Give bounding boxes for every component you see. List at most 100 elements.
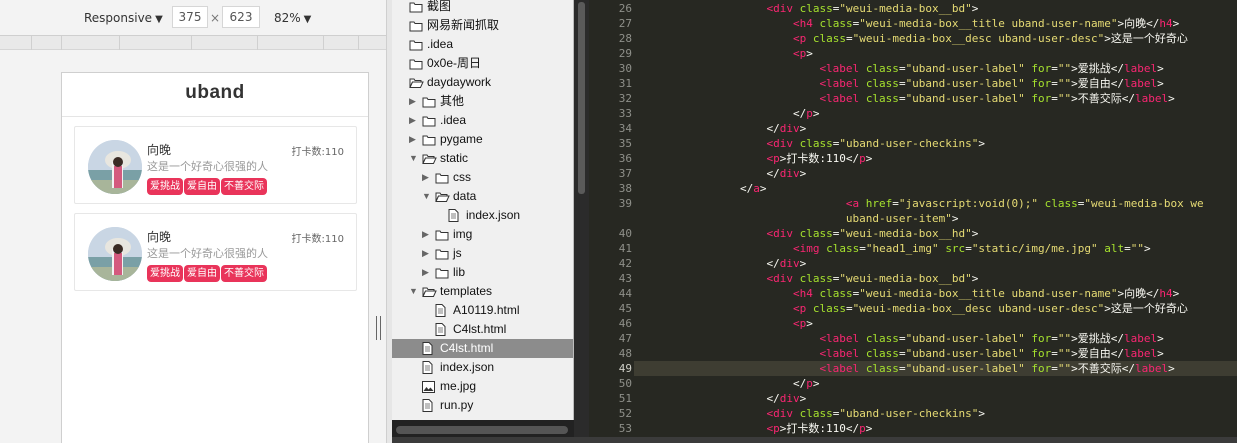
file-tree-item[interactable]: 网易新闻抓取 bbox=[392, 16, 573, 35]
chevron-down-icon[interactable]: ▼ bbox=[409, 282, 419, 301]
line-number: 38 bbox=[618, 182, 632, 195]
line-number: 47 bbox=[618, 332, 632, 345]
chevron-right-icon[interactable]: ▶ bbox=[409, 92, 419, 111]
file-tree-item[interactable]: daydaywork bbox=[392, 73, 573, 92]
file-tree-item[interactable]: run.py bbox=[392, 396, 573, 418]
file-tree-item[interactable]: C4lst.html bbox=[392, 320, 573, 339]
viewport-height-input[interactable]: 623 bbox=[222, 6, 260, 28]
code-line[interactable]: <div class="weui-media-box__bd"> bbox=[634, 271, 978, 286]
line-number: 31 bbox=[618, 77, 632, 90]
chevron-down-icon[interactable]: ▼ bbox=[409, 149, 419, 168]
code-line[interactable]: </a> bbox=[634, 181, 767, 196]
avatar bbox=[88, 140, 142, 194]
code-line[interactable]: <h4 class="weui-media-box__title uband-u… bbox=[634, 16, 1179, 31]
file-tree-label: 截图 bbox=[427, 0, 452, 13]
file-tree-item[interactable]: ▶ pygame bbox=[392, 130, 573, 149]
file-tree-item[interactable]: .idea bbox=[392, 35, 573, 54]
code-line[interactable]: </div> bbox=[634, 256, 806, 271]
file-tree-item[interactable]: 截图 bbox=[392, 0, 573, 16]
code-line[interactable]: </div> bbox=[634, 121, 806, 136]
current-code-line[interactable]: <label class="uband-user-label" for="">不… bbox=[634, 361, 1174, 376]
file-tree-item[interactable]: ▶ lib bbox=[392, 263, 573, 282]
viewport-width-input[interactable]: 375 bbox=[172, 6, 208, 28]
zoom-dropdown[interactable]: 82% ▼ bbox=[274, 11, 311, 25]
chevron-right-icon[interactable]: ▶ bbox=[422, 263, 432, 282]
code-line[interactable]: <label class="uband-user-label" for="">爱… bbox=[634, 76, 1163, 91]
resize-handle[interactable] bbox=[376, 316, 382, 340]
line-number: 41 bbox=[618, 242, 632, 255]
line-number: 52 bbox=[618, 407, 632, 420]
code-line[interactable]: uband-user-item"> bbox=[634, 211, 959, 226]
file-tree-label: daydaywork bbox=[427, 75, 492, 89]
user-checkins: 打卡数:110 bbox=[291, 234, 344, 245]
scrollbar-thumb[interactable] bbox=[578, 2, 585, 194]
file-tree-label: pygame bbox=[440, 132, 483, 146]
file-tree-item[interactable]: index.json bbox=[392, 358, 573, 377]
chevron-right-icon[interactable]: ▶ bbox=[422, 244, 432, 263]
file-tree-item[interactable]: ▼ templates bbox=[392, 282, 573, 301]
file-tree-item[interactable]: C4lst.html bbox=[392, 339, 573, 358]
code-line[interactable]: <p> bbox=[634, 46, 813, 61]
file-tree-item[interactable]: ▶ 其他 bbox=[392, 92, 573, 111]
code-line[interactable]: <p>打卡数:110</p> bbox=[634, 151, 872, 166]
line-number bbox=[602, 211, 632, 226]
sidebar-scrollbar[interactable] bbox=[574, 0, 589, 443]
line-number: 34 bbox=[618, 122, 632, 135]
code-line[interactable]: <img class="head1_img" src="static/img/m… bbox=[634, 241, 1151, 256]
file-tree-item[interactable]: ▼ static bbox=[392, 149, 573, 168]
chevron-right-icon[interactable]: ▶ bbox=[409, 130, 419, 149]
code-line[interactable]: <label class="uband-user-label" for="">爱… bbox=[634, 61, 1163, 76]
file-tree-item[interactable]: me.jpg bbox=[392, 377, 573, 396]
file-tree-item[interactable]: 0x0e-周日 bbox=[392, 54, 573, 73]
line-number: 35 bbox=[618, 137, 632, 150]
code-line[interactable]: <div class="weui-media-box__hd"> bbox=[634, 226, 978, 241]
code-line[interactable]: <label class="uband-user-label" for="">不… bbox=[634, 91, 1174, 106]
file-tree-item[interactable]: ▶ img bbox=[392, 225, 573, 244]
code-line[interactable]: <p> bbox=[634, 316, 813, 331]
user-label-tag: 爱自由 bbox=[184, 178, 220, 195]
code-line[interactable]: <div class="weui-media-box__bd"> bbox=[634, 1, 978, 16]
code-line[interactable]: </div> bbox=[634, 166, 806, 181]
user-label-tag: 爱挑战 bbox=[147, 265, 183, 282]
code-line[interactable]: <p class="weui-media-box__desc uband-use… bbox=[634, 31, 1188, 46]
file-tree-label: 网易新闻抓取 bbox=[427, 18, 500, 32]
chevron-right-icon[interactable]: ▶ bbox=[409, 111, 419, 130]
user-labels: 爱挑战 爱自由 不善交际 bbox=[147, 261, 268, 282]
file-tree-item[interactable]: ▶ .idea bbox=[392, 111, 573, 130]
user-card[interactable]: 向晚 这是一个好奇心很强的人 爱挑战 爱自由 不善交际 打卡数:110 bbox=[74, 213, 357, 291]
scrollbar-thumb[interactable] bbox=[396, 426, 568, 434]
file-tree-item[interactable]: index.json bbox=[392, 206, 573, 225]
file-tree-item[interactable]: ▶ css bbox=[392, 168, 573, 187]
line-number: 51 bbox=[618, 392, 632, 405]
code-line[interactable]: <label class="uband-user-label" for="">爱… bbox=[634, 331, 1163, 346]
code-line[interactable]: </p> bbox=[634, 106, 820, 121]
chevron-right-icon[interactable]: ▶ bbox=[422, 225, 432, 244]
file-icon bbox=[422, 399, 433, 418]
code-line[interactable]: <p>打卡数:110</p> bbox=[634, 421, 872, 436]
code-line[interactable]: </div> bbox=[634, 391, 806, 406]
code-line[interactable]: <div class="uband-user-checkins"> bbox=[634, 136, 985, 151]
code-line[interactable]: <label class="uband-user-label" for="">爱… bbox=[634, 346, 1163, 361]
file-tree-label: .idea bbox=[440, 113, 467, 127]
user-label-tag: 爱自由 bbox=[184, 265, 220, 282]
file-tree-label: js bbox=[453, 246, 462, 260]
file-tree-item[interactable]: ▼ data bbox=[392, 187, 573, 206]
device-mode-dropdown[interactable]: Responsive ▼ bbox=[84, 11, 163, 25]
chevron-right-icon[interactable]: ▶ bbox=[422, 168, 432, 187]
user-labels: 爱挑战 爱自由 不善交际 bbox=[147, 174, 268, 195]
file-tree-item[interactable]: ▶ js bbox=[392, 244, 573, 263]
file-tree-label: C4lst.html bbox=[453, 322, 507, 336]
file-tree-label: 其他 bbox=[440, 94, 465, 108]
code-line[interactable]: <h4 class="weui-media-box__title uband-u… bbox=[634, 286, 1179, 301]
code-editor[interactable]: 26 27 28 29 30 31 32 33 34 35 36 37 38 39 40 41 42 43 44 45… bbox=[589, 0, 1237, 443]
code-line[interactable]: <div class="uband-user-checkins"> bbox=[634, 406, 985, 421]
code-line[interactable]: <a href="javascript:void(0);" class="weu… bbox=[634, 196, 1204, 211]
code-line[interactable]: <p class="weui-media-box__desc uband-use… bbox=[634, 301, 1188, 316]
file-tree-item[interactable]: A10119.html bbox=[392, 301, 573, 320]
line-number: 32 bbox=[618, 92, 632, 105]
code-area[interactable]: <div class="weui-media-box__bd"> <h4 cla… bbox=[634, 0, 1237, 443]
file-tree-label: 0x0e-周日 bbox=[427, 56, 482, 70]
chevron-down-icon[interactable]: ▼ bbox=[422, 187, 432, 206]
code-line[interactable]: </p> bbox=[634, 376, 820, 391]
user-card[interactable]: 向晚 这是一个好奇心很强的人 爱挑战 爱自由 不善交际 打卡数:110 bbox=[74, 126, 357, 204]
